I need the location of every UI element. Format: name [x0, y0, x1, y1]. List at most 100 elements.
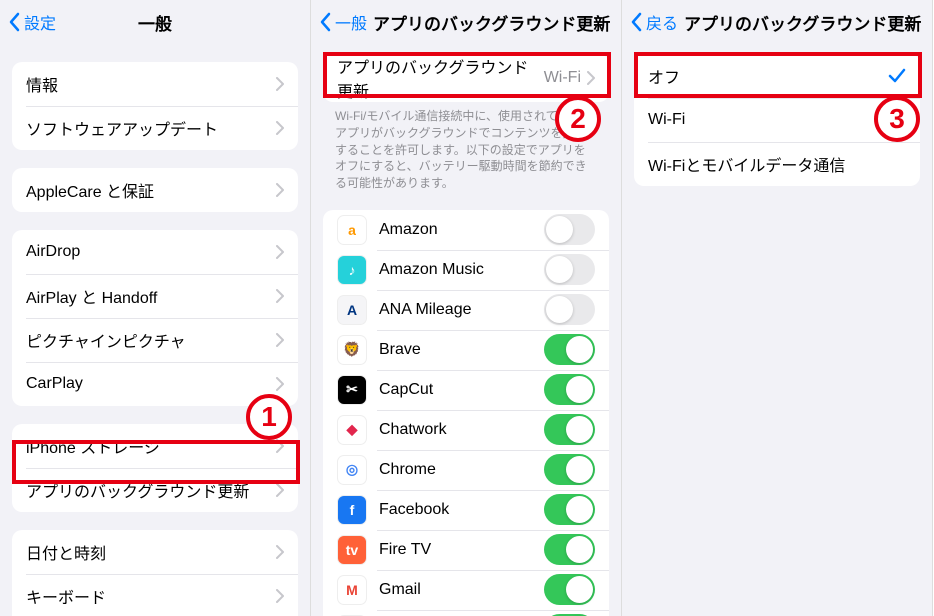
app-row[interactable]: ◎Chrome	[323, 450, 609, 490]
option-row[interactable]: オフ	[634, 54, 920, 98]
row-label: iPhone ストレージ	[26, 434, 276, 458]
app-name: Fire TV	[379, 541, 544, 559]
row-label: アプリのバックグラウンド更新	[26, 478, 276, 502]
chevron-right-icon	[276, 121, 284, 135]
row-label: AirDrop	[26, 243, 276, 261]
row-label: ピクチャインピクチャ	[26, 328, 276, 352]
chevron-right-icon	[276, 289, 284, 303]
app-row[interactable]: 📍Google Maps	[323, 610, 609, 616]
toggle-switch[interactable]	[544, 574, 595, 605]
settings-row[interactable]: ピクチャインピクチャ	[12, 318, 298, 362]
toggle-switch[interactable]	[544, 374, 595, 405]
chevron-right-icon	[276, 333, 284, 347]
app-icon: 🦁	[337, 335, 367, 365]
checkmark-icon	[888, 67, 906, 85]
toggle-switch[interactable]	[544, 454, 595, 485]
app-row[interactable]: f Facebook	[323, 490, 609, 530]
toggle-switch[interactable]	[544, 294, 595, 325]
options-group: オフ Wi-Fi Wi-Fiとモバイルデータ通信	[634, 54, 920, 186]
row-value: Wi-Fi	[544, 69, 581, 87]
toggle-switch[interactable]	[544, 414, 595, 445]
toggle-switch[interactable]	[544, 334, 595, 365]
row-label: 日付と時刻	[26, 540, 276, 564]
chevron-right-icon	[276, 439, 284, 453]
settings-row[interactable]: キーボード	[12, 574, 298, 616]
app-icon: tv	[337, 535, 367, 565]
app-icon: A	[337, 295, 367, 325]
app-row[interactable]: A ANA Mileage	[323, 290, 609, 330]
settings-row[interactable]: ソフトウェアアップデート	[12, 106, 298, 150]
toggle-switch[interactable]	[544, 494, 595, 525]
app-row[interactable]: ✂ CapCut	[323, 370, 609, 410]
chevron-left-icon	[8, 12, 20, 32]
app-icon: ♪	[337, 255, 367, 285]
app-row[interactable]: 🦁 Brave	[323, 330, 609, 370]
chevron-left-icon	[319, 12, 331, 32]
app-icon: M	[337, 575, 367, 605]
settings-row[interactable]: アプリのバックグラウンド更新	[12, 468, 298, 512]
app-name: Amazon	[379, 221, 544, 239]
settings-row[interactable]: 日付と時刻	[12, 530, 298, 574]
chevron-right-icon	[276, 589, 284, 603]
chevron-right-icon	[276, 245, 284, 259]
chevron-right-icon	[587, 71, 595, 85]
row-label: AirPlay と Handoff	[26, 284, 276, 308]
app-name: ANA Mileage	[379, 301, 544, 319]
chevron-right-icon	[276, 183, 284, 197]
option-label: Wi-Fi	[648, 111, 906, 129]
chevron-right-icon	[276, 545, 284, 559]
row-master-setting[interactable]: アプリのバックグラウンド更新 Wi-Fi	[323, 54, 609, 102]
panel-general: 設定 一般 情報ソフトウェアアップデート AppleCare と保証 AirDr…	[0, 0, 311, 616]
back-button[interactable]: 一般	[311, 10, 367, 34]
panel-background-refresh: 一般 アプリのバックグラウンド更新 アプリのバックグラウンド更新 Wi-Fi W…	[311, 0, 622, 616]
back-button[interactable]: 戻る	[622, 10, 678, 34]
back-label: 設定	[24, 10, 56, 34]
app-icon: a	[337, 215, 367, 245]
navbar: 一般 アプリのバックグラウンド更新	[311, 0, 621, 44]
row-label: ソフトウェアアップデート	[26, 116, 276, 140]
app-name: Gmail	[379, 581, 544, 599]
app-list-group: a Amazon ♪Amazon Music A ANA Mileage 🦁 Brave ✂ C…	[323, 210, 609, 616]
app-icon: ✂	[337, 375, 367, 405]
option-row[interactable]: Wi-Fi	[634, 98, 920, 142]
chevron-right-icon	[276, 483, 284, 497]
settings-row[interactable]: AirDrop	[12, 230, 298, 274]
toggle-switch[interactable]	[544, 214, 595, 245]
master-group: アプリのバックグラウンド更新 Wi-Fi	[323, 54, 609, 102]
chevron-right-icon	[276, 377, 284, 391]
app-name: Brave	[379, 341, 544, 359]
nav-title: アプリのバックグラウンド更新	[373, 10, 610, 35]
chevron-left-icon	[630, 12, 642, 32]
row-label: キーボード	[26, 584, 276, 608]
settings-row[interactable]: CarPlay	[12, 362, 298, 406]
navbar: 設定 一般	[0, 0, 310, 44]
app-name: Chrome	[379, 461, 544, 479]
app-name: CapCut	[379, 381, 544, 399]
row-label: 情報	[26, 72, 276, 96]
settings-row[interactable]: iPhone ストレージ	[12, 424, 298, 468]
app-name: Chatwork	[379, 421, 544, 439]
back-button[interactable]: 設定	[0, 10, 56, 34]
toggle-switch[interactable]	[544, 534, 595, 565]
chevron-right-icon	[276, 77, 284, 91]
app-row[interactable]: a Amazon	[323, 210, 609, 250]
panel-refresh-options: 戻る アプリのバックグラウンド更新 オフ Wi-Fi Wi-Fiとモバイルデータ通信…	[622, 0, 933, 616]
app-row[interactable]: ♪Amazon Music	[323, 250, 609, 290]
toggle-switch[interactable]	[544, 254, 595, 285]
settings-row[interactable]: 情報	[12, 62, 298, 106]
row-label: AppleCare と保証	[26, 178, 276, 202]
navbar: 戻る アプリのバックグラウンド更新	[622, 0, 932, 44]
option-row[interactable]: Wi-Fiとモバイルデータ通信	[634, 142, 920, 186]
option-label: Wi-Fiとモバイルデータ通信	[648, 152, 906, 176]
footer-note: Wi-Fi/モバイル通信接続中に、使用されていないアプリがバックグラウンドでコン…	[311, 102, 621, 192]
app-icon: ◆	[337, 415, 367, 445]
app-row[interactable]: ◆ Chatwork	[323, 410, 609, 450]
nav-title: アプリのバックグラウンド更新	[684, 10, 921, 35]
app-row[interactable]: M Gmail	[323, 570, 609, 610]
settings-row[interactable]: AirPlay と Handoff	[12, 274, 298, 318]
app-name: Facebook	[379, 501, 544, 519]
app-row[interactable]: tv Fire TV	[323, 530, 609, 570]
back-label: 一般	[335, 10, 367, 34]
settings-row[interactable]: AppleCare と保証	[12, 168, 298, 212]
app-icon: f	[337, 495, 367, 525]
